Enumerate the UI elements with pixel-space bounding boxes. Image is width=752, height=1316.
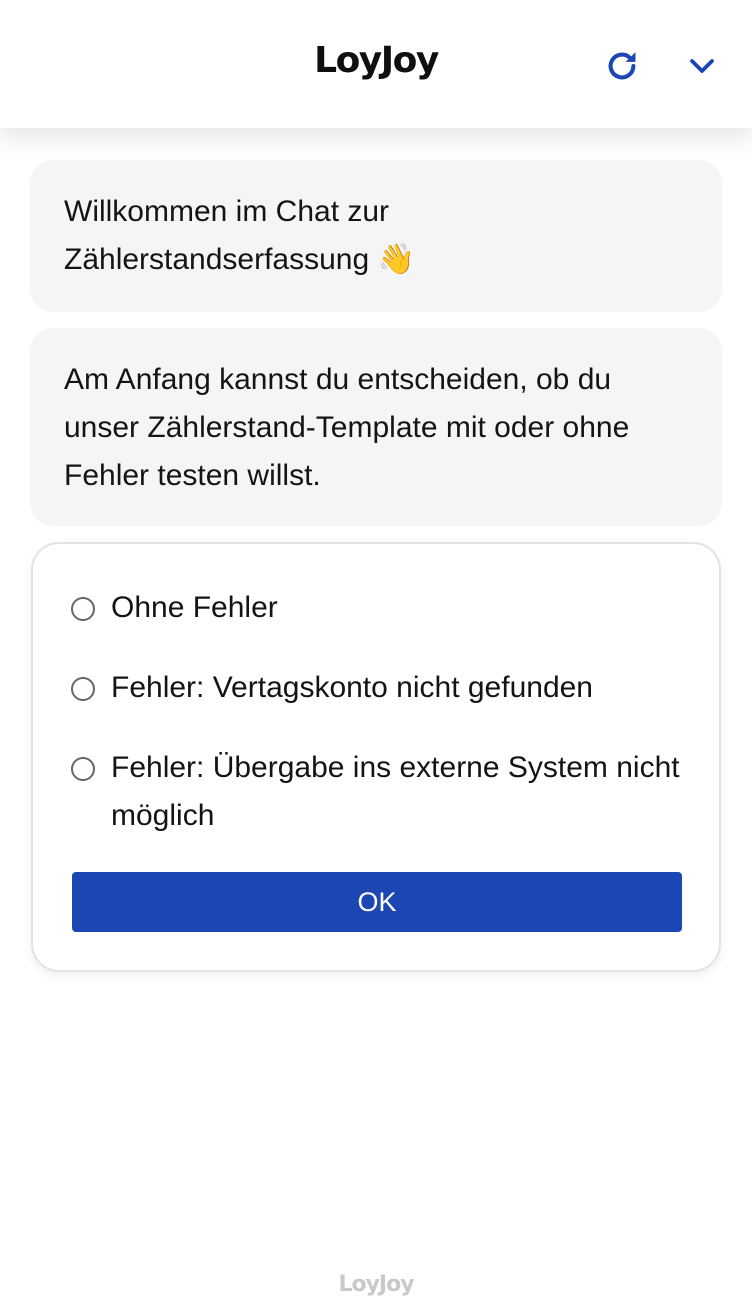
option-ohne-fehler[interactable]: Ohne Fehler [71, 584, 691, 632]
chat-header: LoyJoy [0, 0, 752, 128]
choice-card: Ohne Fehler Fehler: Vertagskonto nicht g… [31, 542, 721, 972]
footer-logo[interactable]: LoyJoy [0, 1272, 752, 1297]
radio-button[interactable] [71, 757, 95, 781]
radio-button[interactable] [71, 677, 95, 701]
refresh-button[interactable] [600, 44, 644, 88]
bot-message: Am Anfang kannst du entscheiden, ob du u… [30, 328, 722, 526]
collapse-button[interactable] [680, 44, 724, 88]
option-vertragskonto-nicht-gefunden[interactable]: Fehler: Vertagskonto nicht gefunden [71, 664, 691, 712]
ok-button[interactable]: OK [72, 872, 682, 932]
radio-button[interactable] [71, 597, 95, 621]
chevron-down-icon [690, 59, 714, 73]
option-label: Fehler: Übergabe ins externe System nich… [111, 751, 680, 832]
option-uebergabe-nicht-moeglich[interactable]: Fehler: Übergabe ins externe System nich… [71, 744, 691, 840]
chat-widget: LoyJoy Willkommen im Chat zur Zählerstan… [0, 0, 752, 1316]
option-label: Ohne Fehler [111, 591, 278, 624]
refresh-icon [608, 52, 636, 80]
bot-message: Willkommen im Chat zur Zählerstandserfas… [30, 160, 722, 312]
option-label: Fehler: Vertagskonto nicht gefunden [111, 671, 593, 704]
